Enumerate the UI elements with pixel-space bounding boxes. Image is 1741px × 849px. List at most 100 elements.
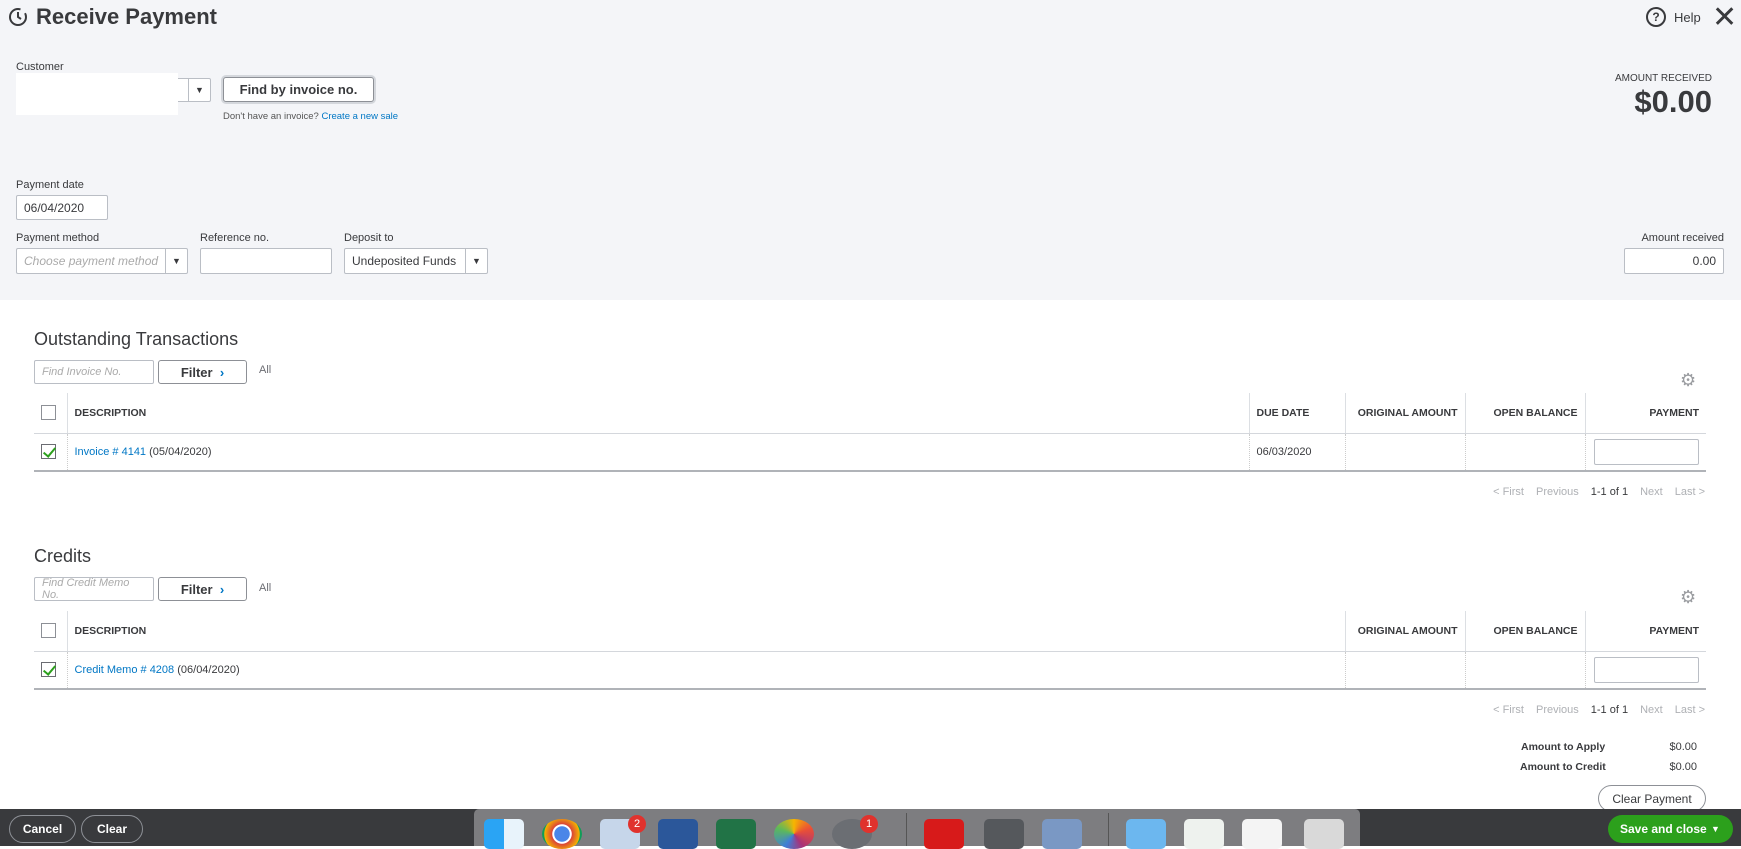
folder-icon[interactable] [1126, 819, 1166, 849]
clear-button[interactable]: Clear [81, 815, 143, 843]
table-header: DESCRIPTION ORIGINAL AMOUNT OPEN BALANCE… [34, 611, 1706, 652]
payment-method-placeholder: Choose payment method [24, 254, 159, 268]
credits-title: Credits [34, 546, 92, 566]
save-and-close-button[interactable]: Save and close ▼ [1608, 815, 1733, 843]
cancel-button[interactable]: Cancel [9, 815, 76, 843]
clear-payment-button[interactable]: Clear Payment [1598, 785, 1706, 812]
row-checkbox[interactable] [41, 662, 56, 678]
customer-redaction [16, 73, 178, 115]
prefs-badge: 1 [860, 815, 878, 833]
next-page[interactable]: Next [1640, 486, 1663, 498]
chevron-right-icon: › [219, 581, 225, 597]
previous-page[interactable]: Previous [1536, 486, 1579, 498]
document-thumbnail-icon[interactable] [1242, 819, 1282, 849]
next-page[interactable]: Next [1640, 704, 1663, 716]
finder-icon[interactable] [484, 819, 524, 849]
filter-label: Filter [180, 364, 213, 380]
payment-date-input[interactable]: 06/04/2020 [16, 195, 108, 220]
open-balance [1465, 651, 1586, 690]
close-icon[interactable]: ✕ [1712, 0, 1737, 35]
payment-date-label: Payment date [16, 179, 84, 191]
macos-dock: 2 1 [474, 809, 1360, 849]
outstanding-title: Outstanding Transactions [34, 329, 239, 349]
excel-icon[interactable] [716, 819, 756, 849]
payment-method-select[interactable]: Choose payment method ▼ [16, 248, 188, 274]
deposit-to-select[interactable]: Undeposited Funds ▼ [344, 248, 488, 274]
col-description: DESCRIPTION [67, 393, 1250, 434]
previous-page[interactable]: Previous [1536, 704, 1579, 716]
find-invoice-input[interactable]: Find Invoice No. [34, 360, 154, 384]
no-invoice-hint: Don't have an invoice? Create a new sale [223, 111, 398, 122]
row-checkbox[interactable] [41, 444, 56, 460]
invoice-link[interactable]: Invoice # 4141 [75, 446, 147, 458]
chevron-down-icon: ▼ [188, 79, 210, 101]
document-thumbnail-icon[interactable] [1184, 819, 1224, 849]
word-icon[interactable] [658, 819, 698, 849]
last-page[interactable]: Last > [1675, 486, 1705, 498]
amount-to-credit-label: Amount to Credit [1520, 761, 1606, 773]
gear-icon[interactable]: ⚙ [1680, 370, 1696, 391]
amount-received-label: AMOUNT RECEIVED [1614, 73, 1712, 84]
no-invoice-text: Don't have an invoice? [223, 111, 319, 122]
credits-filter-button[interactable]: Filter › [158, 577, 247, 601]
customer-label: Customer [16, 61, 64, 73]
preview-icon[interactable] [1042, 819, 1082, 849]
chevron-down-icon[interactable]: ▼ [1711, 824, 1733, 834]
history-icon[interactable] [8, 7, 28, 27]
outstanding-table: DESCRIPTION DUE DATE ORIGINAL AMOUNT OPE… [34, 393, 1706, 472]
reference-label: Reference no. [200, 232, 270, 244]
col-payment: PAYMENT [1585, 393, 1706, 434]
help-icon: ? [1646, 7, 1666, 27]
col-open-balance: OPEN BALANCE [1465, 393, 1586, 434]
acrobat-icon[interactable] [924, 819, 964, 849]
payment-input[interactable] [1594, 438, 1699, 465]
col-open-balance: OPEN BALANCE [1465, 611, 1586, 652]
last-page[interactable]: Last > [1675, 704, 1705, 716]
original-amount [1345, 433, 1466, 472]
select-all-checkbox[interactable] [41, 623, 56, 639]
mail-stamp-icon[interactable]: 2 [600, 815, 646, 849]
amount-to-credit-value: $0.00 [1669, 761, 1697, 773]
original-amount [1345, 651, 1466, 690]
page-range: 1-1 of 1 [1590, 486, 1629, 498]
col-description: DESCRIPTION [67, 611, 1346, 652]
credits-all-label: All [259, 582, 272, 594]
dock-divider [906, 813, 907, 846]
payment-method-label: Payment method [16, 232, 100, 244]
outstanding-filter-button[interactable]: Filter › [158, 360, 247, 384]
trash-icon[interactable] [1304, 819, 1344, 849]
find-by-invoice-button[interactable]: Find by invoice no. [223, 77, 374, 102]
system-preferences-icon[interactable]: 1 [832, 815, 878, 849]
col-payment: PAYMENT [1585, 611, 1706, 652]
gear-icon[interactable]: ⚙ [1680, 587, 1696, 608]
table-header: DESCRIPTION DUE DATE ORIGINAL AMOUNT OPE… [34, 393, 1706, 434]
photos-icon[interactable] [774, 819, 814, 849]
col-original-amount: ORIGINAL AMOUNT [1345, 611, 1466, 652]
mail-badge: 2 [628, 815, 646, 833]
amount-to-apply-value: $0.00 [1669, 741, 1697, 753]
find-invoice-placeholder: Find Invoice No. [42, 366, 122, 378]
calculator-icon[interactable] [984, 819, 1024, 849]
amount-received-total: $0.00 [1634, 84, 1712, 119]
credits-pagination: < First Previous 1-1 of 1 Next Last > [1493, 704, 1705, 716]
amount-received-input[interactable]: 0.00 [1624, 248, 1724, 274]
first-page[interactable]: < First [1493, 486, 1524, 498]
credit-memo-link[interactable]: Credit Memo # 4208 [75, 664, 175, 676]
dock-divider [1108, 813, 1109, 846]
chrome-icon[interactable] [542, 819, 582, 849]
outstanding-all-label: All [259, 364, 272, 376]
payment-input[interactable] [1594, 656, 1699, 683]
col-original-amount: ORIGINAL AMOUNT [1345, 393, 1466, 434]
chevron-down-icon: ▼ [465, 249, 487, 273]
page-title: Receive Payment [36, 4, 217, 29]
deposit-to-label: Deposit to [344, 232, 394, 244]
find-credit-memo-input[interactable]: Find Credit Memo No. [34, 577, 154, 601]
outstanding-pagination: < First Previous 1-1 of 1 Next Last > [1493, 486, 1705, 498]
first-page[interactable]: < First [1493, 704, 1524, 716]
credit-memo-date: (06/04/2020) [177, 663, 240, 676]
reference-input[interactable] [200, 248, 332, 274]
select-all-checkbox[interactable] [41, 405, 56, 421]
help-button[interactable]: ? Help [1646, 7, 1701, 27]
create-new-sale-link[interactable]: Create a new sale [321, 111, 398, 122]
chevron-right-icon: › [219, 364, 225, 380]
